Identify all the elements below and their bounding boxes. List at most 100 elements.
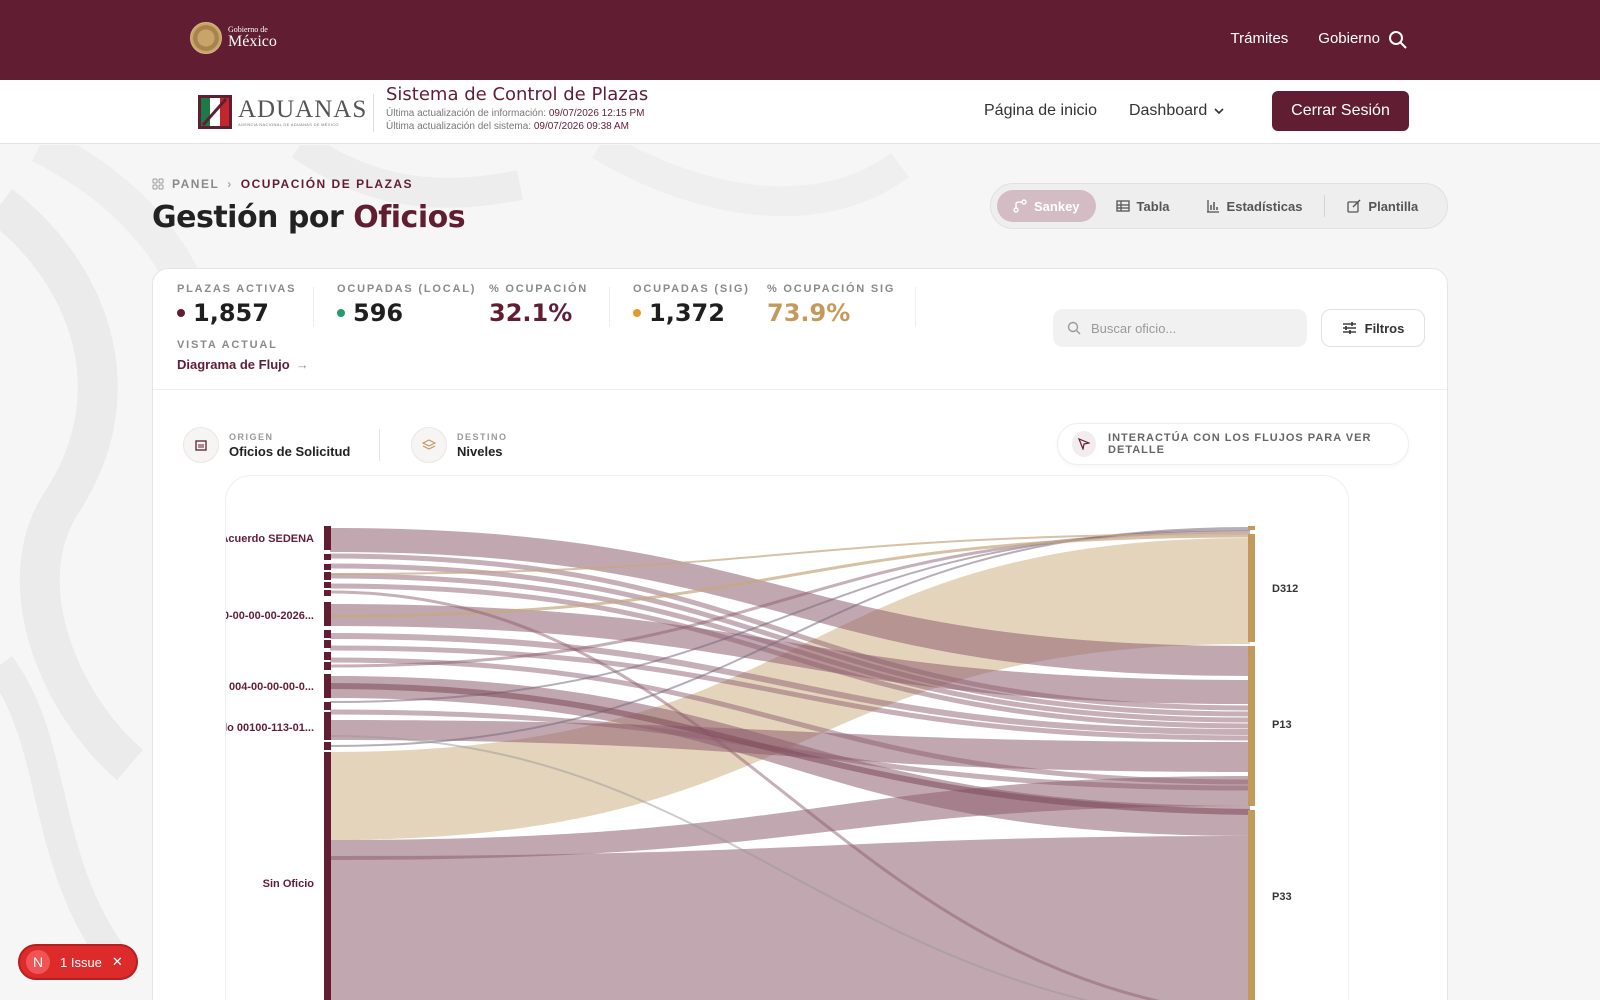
edit-icon <box>1347 199 1361 213</box>
page-title-prefix: Gestión por <box>152 200 344 235</box>
view-tabla-button[interactable]: Tabla <box>1100 190 1186 222</box>
aduanas-mark-icon <box>198 95 232 129</box>
search-icon <box>1067 321 1081 335</box>
legend-destino: DESTINO Niveles <box>411 427 508 463</box>
sankey-source-node[interactable] <box>324 554 331 560</box>
gov-logo[interactable]: Gobierno de México <box>190 22 277 54</box>
sankey-target-node[interactable] <box>1248 534 1255 642</box>
sankey-source-node[interactable] <box>324 630 331 638</box>
info-update-line: Última actualización de información: 09/… <box>386 108 648 119</box>
info-update-label: Última actualización de información: <box>386 108 547 119</box>
issue-avatar: N <box>26 950 50 974</box>
legend-origen-key: ORIGEN <box>229 431 274 442</box>
vista-actual-label: VISTA ACTUAL <box>177 339 278 351</box>
nav-dashboard-label: Dashboard <box>1128 102 1208 119</box>
view-plantilla-label: Plantilla <box>1368 198 1419 214</box>
sankey-target-node[interactable] <box>1248 526 1255 530</box>
interaction-hint-text: INTERACTÚA CON LOS FLUJOS PARA VER DETAL… <box>1108 432 1372 456</box>
sankey-source-node[interactable] <box>324 640 331 648</box>
sankey-source-node[interactable] <box>324 572 331 580</box>
sankey-svg: Acuerdo SEDENA DGOA 100-00-00-00-00-2026… <box>226 526 1298 1000</box>
chevron-right-icon: › <box>227 177 233 191</box>
stat-pct-ocupacion-value: 32.1% <box>489 299 573 327</box>
view-estadisticas-button[interactable]: Estadísticas <box>1190 190 1319 222</box>
legend-origen: ORIGEN Oficios de Solicitud <box>183 427 350 463</box>
legend-origen-value: Oficios de Solicitud <box>229 443 351 459</box>
search-icon[interactable] <box>1388 30 1408 50</box>
stat-activas-value: 1,857 <box>193 299 269 327</box>
vista-actual-link[interactable]: Diagrama de Flujo → <box>177 357 309 372</box>
switcher-divider <box>1324 195 1326 217</box>
legend-destino-value: Niveles <box>457 443 503 459</box>
system-title: Sistema de Control de Plazas <box>386 84 649 105</box>
logout-button[interactable]: Cerrar Sesión <box>1272 91 1409 131</box>
aduanas-brand-sub: AGENCIA NACIONAL DE ADUANAS DE MÉXICO <box>238 122 339 127</box>
issue-badge[interactable]: N 1 Issue ✕ <box>18 944 138 980</box>
filters-button[interactable]: Filtros <box>1321 309 1425 347</box>
sankey-source-node[interactable] <box>324 590 331 596</box>
sankey-source-node[interactable] <box>324 602 331 626</box>
sankey-source-node[interactable] <box>324 526 331 550</box>
sankey-source-node[interactable] <box>324 674 331 698</box>
building-icon <box>183 427 219 463</box>
aduanas-logo[interactable]: ADUANAS AGENCIA NACIONAL DE ADUANAS DE M… <box>198 95 367 129</box>
sankey-source-node[interactable] <box>324 752 331 1000</box>
table-icon <box>1115 200 1130 212</box>
view-tabla-label: Tabla <box>1136 198 1170 214</box>
view-estadisticas-label: Estadísticas <box>1226 198 1303 214</box>
search-placeholder: Buscar oficio... <box>1091 320 1177 336</box>
sankey-source-node[interactable] <box>324 582 331 588</box>
view-sankey-button[interactable]: Sankey <box>997 190 1096 222</box>
gov-nav-gobierno[interactable]: Gobierno <box>1318 30 1380 47</box>
view-plantilla-button[interactable]: Plantilla <box>1331 190 1434 222</box>
sankey-target-label: P13 <box>1272 719 1292 731</box>
nav-home[interactable]: Página de inicio <box>984 102 1097 120</box>
nav-dashboard[interactable]: Dashboard <box>1129 102 1225 120</box>
grid-icon <box>152 178 164 190</box>
stat-ocupadas-local-value: 596 <box>353 299 404 327</box>
stat-pct-ocupacion: % OCUPACIÓN 32.1% <box>489 283 588 327</box>
sankey-flow[interactable] <box>330 836 1250 1000</box>
sankey-source-node[interactable] <box>324 564 331 570</box>
stat-ocupadas-sig-label: OCUPADAS (SIG) <box>633 283 750 295</box>
sliders-icon <box>1342 322 1356 334</box>
sankey-source-node[interactable] <box>324 712 331 718</box>
issue-label: 1 Issue <box>60 954 102 970</box>
sankey-icon <box>1013 199 1027 213</box>
stats-card: PLAZAS ACTIVAS 1,857 OCUPADAS (LOCAL) 59… <box>152 268 1448 1000</box>
legend-destino-key: DESTINO <box>457 431 508 442</box>
close-icon[interactable]: ✕ <box>112 954 123 970</box>
gov-seal-icon <box>190 22 222 54</box>
stat-divider <box>313 287 314 327</box>
sankey-source-node[interactable] <box>324 662 331 670</box>
aduanas-brand: ADUANAS <box>238 96 368 123</box>
system-update-label: Última actualización del sistema: <box>386 121 532 132</box>
sankey-target-label: P33 <box>1272 891 1292 903</box>
gov-logo-big: México <box>228 33 277 50</box>
system-info: Sistema de Control de Plazas Última actu… <box>386 84 648 132</box>
gov-nav-tramites[interactable]: Trámites <box>1231 30 1289 47</box>
sankey-target-node[interactable] <box>1248 646 1255 806</box>
card-divider <box>153 389 1447 390</box>
sankey-source-node[interactable] <box>324 652 331 660</box>
sankey-source-node[interactable] <box>324 702 331 710</box>
interaction-hint: INTERACTÚA CON LOS FLUJOS PARA VER DETAL… <box>1057 423 1409 465</box>
view-sankey-label: Sankey <box>1034 198 1080 214</box>
page-title-highlight: Oficios <box>353 200 466 235</box>
info-update-value: 09/07/2026 12:15 PM <box>548 108 645 119</box>
sankey-source-node[interactable] <box>324 742 331 750</box>
system-update-value: 09/07/2026 09:38 AM <box>533 121 629 132</box>
view-switcher: Sankey Tabla Estadísticas Plantilla <box>990 183 1448 229</box>
sankey-source-node[interactable] <box>324 718 331 740</box>
search-input[interactable]: Buscar oficio... <box>1053 309 1307 347</box>
app-header: ADUANAS AGENCIA NACIONAL DE ADUANAS DE M… <box>0 80 1600 144</box>
stat-ocupadas-sig: OCUPADAS (SIG) 1,372 <box>633 283 750 327</box>
breadcrumb-panel[interactable]: PANEL <box>172 177 219 191</box>
page-title: Gestión por Oficios <box>152 200 466 235</box>
sankey-target-node[interactable] <box>1248 810 1255 1000</box>
stat-pct-sig-value: 73.9% <box>767 299 851 327</box>
sankey-source-label: DGPEDA Of. 004-00-00-00-0... <box>226 681 314 693</box>
stat-ocupadas-local: OCUPADAS (LOCAL) 596 <box>337 283 476 327</box>
stat-pct-ocupacion-label: % OCUPACIÓN <box>489 283 589 295</box>
system-update-line: Última actualización del sistema: 09/07/… <box>386 121 648 132</box>
